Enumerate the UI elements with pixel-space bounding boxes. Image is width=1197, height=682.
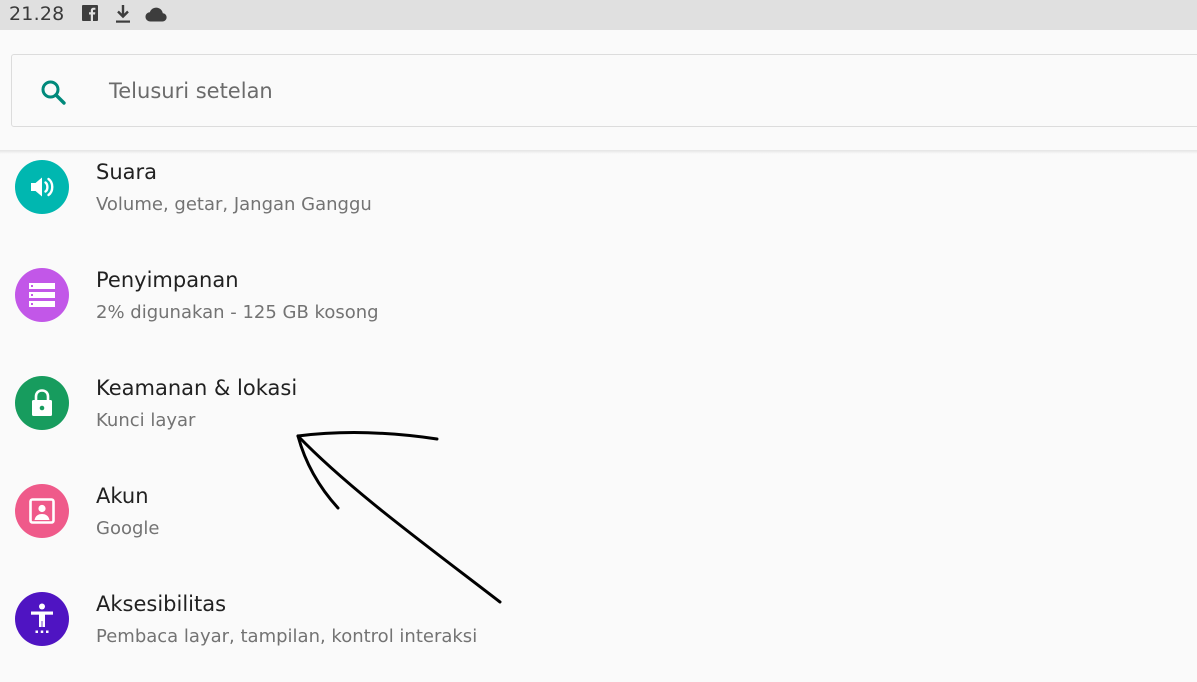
annotation-arrow bbox=[296, 430, 502, 604]
